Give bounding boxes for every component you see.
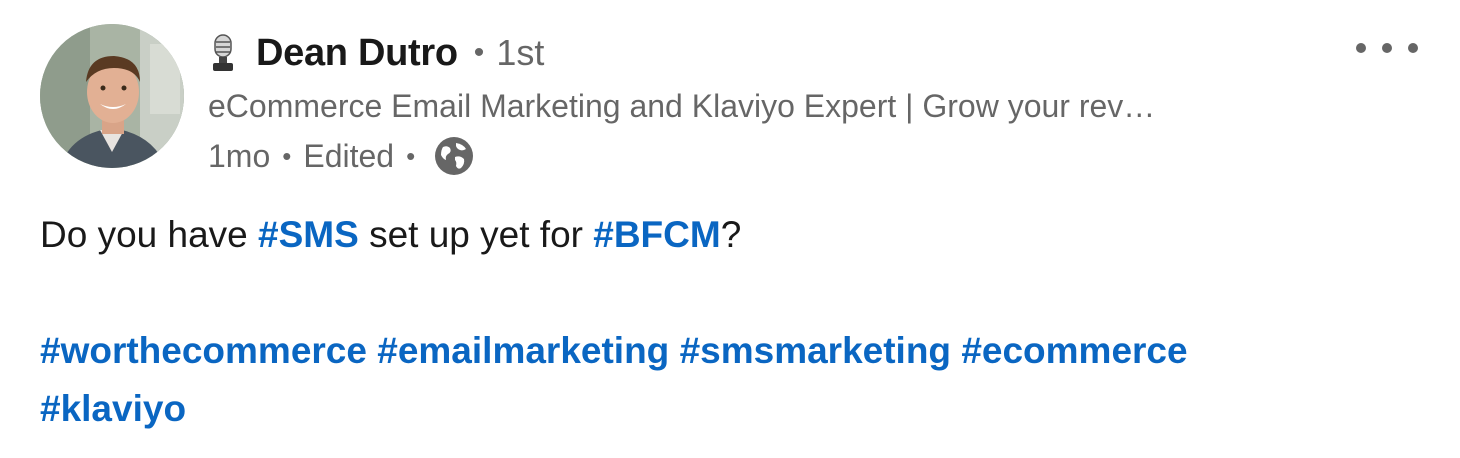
hashtag-link[interactable]: #smsmarketing — [680, 330, 951, 371]
author-name-row: Dean Dutro • 1st — [208, 26, 1340, 80]
hashtag-link[interactable]: #worthecommerce — [40, 330, 367, 371]
post-text-line: Do you have #SMS set up yet for #BFCM? — [40, 206, 1420, 264]
edited-label: Edited — [303, 137, 395, 174]
hashtag-link[interactable]: #klaviyo — [40, 388, 186, 429]
author-name[interactable]: Dean Dutro — [256, 32, 458, 75]
more-horizontal-icon — [1356, 43, 1418, 53]
feed-post: Dean Dutro • 1st eCommerce Email Marketi… — [0, 0, 1460, 458]
connection-degree: 1st — [496, 32, 545, 73]
more-options-button[interactable] — [1350, 28, 1424, 68]
hashtag-link[interactable]: #ecommerce — [961, 330, 1187, 371]
hashtag-link[interactable]: #SMS — [258, 214, 359, 255]
globe-icon — [433, 135, 475, 177]
meta-separator: • — [282, 140, 292, 171]
post-text: ? — [720, 214, 742, 255]
post-header: Dean Dutro • 1st eCommerce Email Marketi… — [208, 26, 1340, 180]
hashtag-link[interactable]: #emailmarketing — [377, 330, 669, 371]
post-text: set up yet for — [358, 214, 594, 255]
hashtag-link[interactable]: #BFCM — [593, 214, 720, 255]
post-time[interactable]: 1mo — [208, 138, 270, 175]
post-body: Do you have #SMS set up yet for #BFCM? #… — [40, 206, 1420, 438]
hashtag-list: #worthecommerce #emailmarketing #smsmark… — [40, 322, 1420, 438]
post-meta: 1mo • Edited • — [208, 132, 1340, 180]
meta-separator: • — [406, 140, 416, 171]
microphone-icon — [208, 33, 238, 73]
author-headline: eCommerce Email Marketing and Klaviyo Ex… — [208, 88, 1156, 124]
author-avatar[interactable] — [40, 24, 184, 168]
degree-separator: • — [473, 36, 485, 69]
post-text: Do you have — [40, 214, 259, 255]
